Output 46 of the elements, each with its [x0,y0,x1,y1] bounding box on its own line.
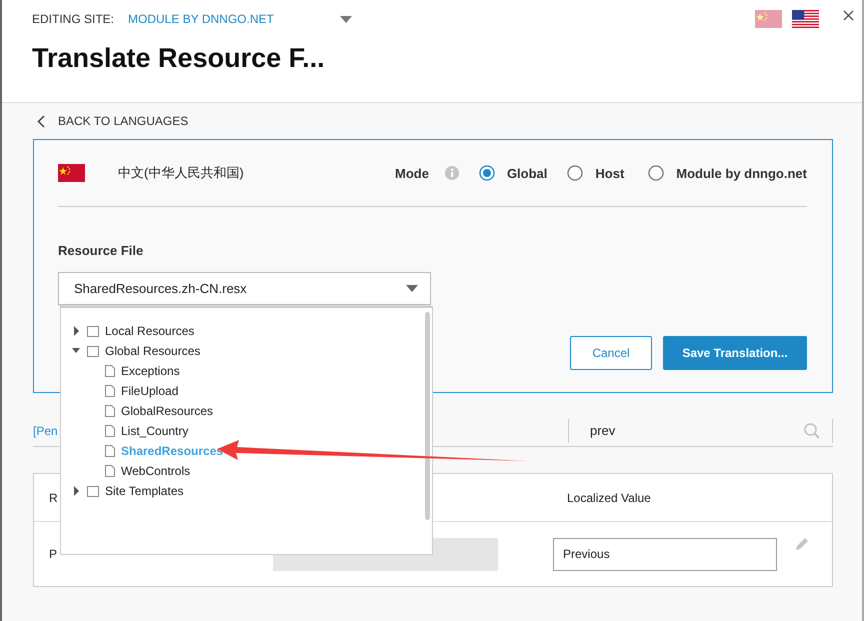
file-icon [105,405,115,417]
page-title: Translate Resource F... [32,43,326,74]
flag-icon[interactable] [792,10,819,28]
column-header: Localized Value [567,490,652,504]
tree-item[interactable]: Global Resources [105,344,200,358]
tree-item[interactable]: FileUpload [121,384,178,398]
back-icon[interactable] [37,114,45,128]
save-button[interactable]: Save Translation... [663,336,807,370]
radio-button[interactable] [478,165,495,181]
flag-icon [58,164,85,182]
editing-site-label: EDITING SITE: [32,12,114,26]
caret-icon[interactable] [406,285,418,292]
file-icon [105,465,115,477]
expand-arrow-icon[interactable] [72,486,80,496]
back-link[interactable]: BACK TO LANGUAGES [58,114,188,128]
close-icon[interactable] [843,10,854,21]
radio-label[interactable]: Module by dnngo.net [676,166,807,180]
search-field[interactable]: prev [568,418,833,442]
file-icon [105,365,115,377]
folder-icon [87,346,99,356]
folder-icon [87,486,99,496]
cancel-button[interactable]: Cancel [570,336,652,370]
expand-arrow-icon[interactable] [72,326,80,336]
site-selector[interactable]: MODULE BY DNNGO.NET [128,12,274,26]
radio-button[interactable] [567,165,584,181]
radio-label[interactable]: Host [595,166,624,180]
tree-item[interactable]: Exceptions [121,364,180,378]
language-name: 中文(中华人民共和国) [118,164,244,182]
mode-label: Mode [394,166,429,180]
radio-label[interactable]: Global [506,166,548,180]
radio-button[interactable] [648,165,664,181]
tree-item[interactable]: Local Resources [105,324,194,338]
tree-item[interactable]: GlobalResources [121,404,214,418]
tree-item[interactable]: Site Templates [105,484,184,498]
folder-icon [87,326,99,336]
file-icon [105,425,115,437]
column-header: R [49,490,58,504]
tree-item[interactable]: List_Country [121,424,188,438]
field-label: Resource File [58,243,144,258]
table-cell: P [49,547,58,561]
file-icon [105,385,115,397]
file-icon [105,445,115,457]
resource-file-dropdown[interactable]: SharedResources.zh-CN.resx [58,272,431,305]
caret-icon[interactable] [340,16,352,22]
tree-item[interactable]: WebControls [121,464,190,478]
localized-value-field[interactable]: Previous [553,538,777,570]
